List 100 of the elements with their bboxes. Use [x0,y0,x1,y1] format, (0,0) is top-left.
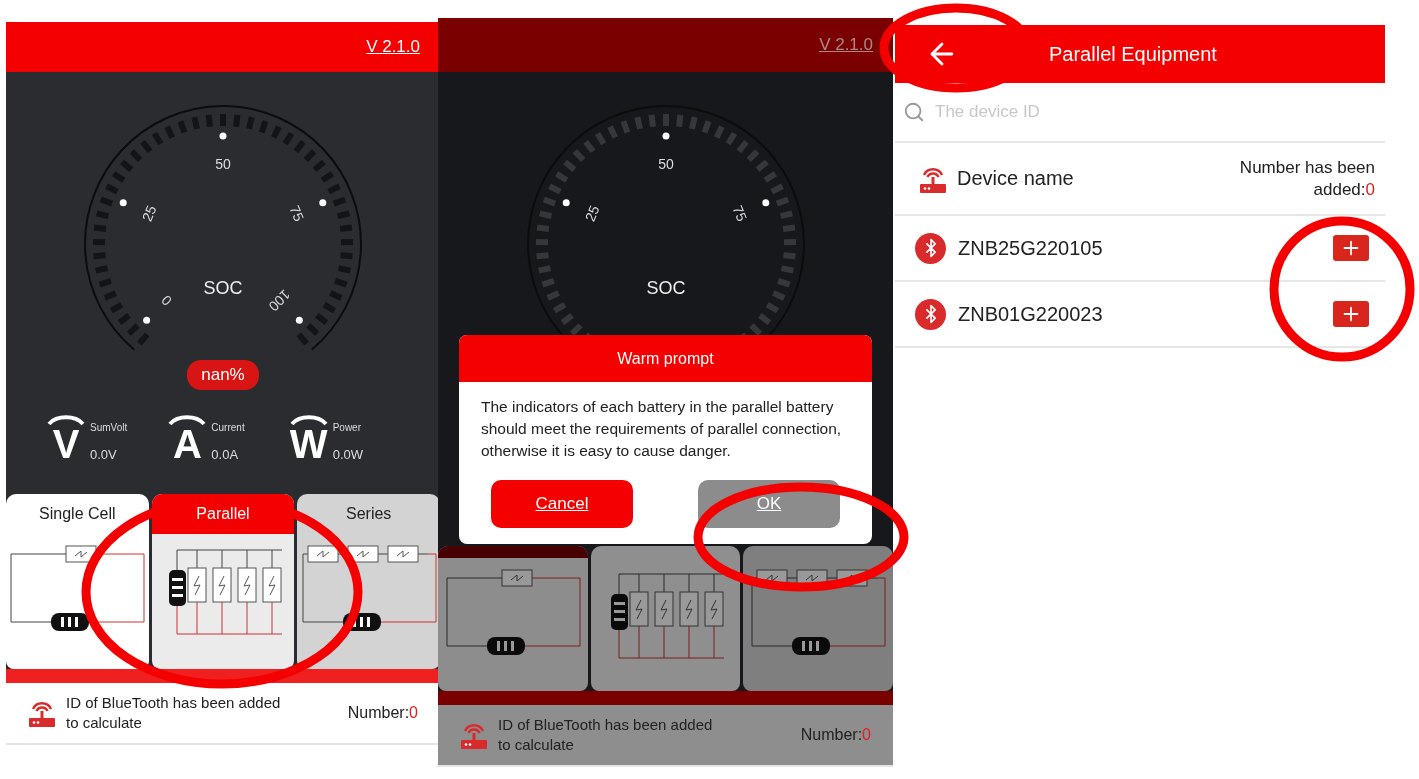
scale-mark [746,149,759,162]
scale-mark [546,290,560,301]
scale-mark [542,196,556,207]
scale-mark [306,323,320,336]
scale-mark [120,159,134,172]
mode-tab[interactable]: Parallel [151,494,295,669]
gauge-label: 0 [158,292,175,309]
mode-tab[interactable] [743,546,893,691]
count-text: Number:0 [347,704,418,722]
scale-mark [572,149,585,162]
scale-mark [93,252,106,260]
scale-mark [541,277,555,288]
soc-reading: nan% [187,360,259,390]
tick-dot [295,316,303,324]
scale-mark [296,332,309,346]
gauge-label: 25 [581,203,602,224]
scale-mark [191,116,200,130]
mode-tab[interactable] [590,546,741,691]
scale-mark [562,159,576,172]
scale-mark [95,265,109,274]
scale-mark [334,277,348,288]
scale-mark [776,277,790,288]
tick-dot [119,199,127,207]
scale-mark [783,238,796,246]
unit-symbol: V [52,426,80,462]
scale-mark [315,313,329,326]
scale-mark [99,196,114,207]
scale-mark [554,171,568,183]
scale-mark [105,183,119,195]
device-row[interactable]: ZNB25G220105 [895,216,1385,282]
scale-mark [769,183,784,195]
scale-mark [282,131,295,146]
scale-mark [775,196,789,207]
scale-mark [633,116,643,130]
scale-mark [117,313,131,326]
scale-mark [765,302,779,314]
scale-mark [233,114,241,128]
mode-tab[interactable]: Series [297,494,440,669]
tick-dot [662,132,669,140]
gauge-title: SOC [646,278,685,298]
device-id: ZNB01G220023 [958,302,1103,326]
scale-mark [582,139,595,154]
scale-mark [701,120,711,134]
scale-mark [648,114,656,128]
scale-mark [320,171,334,183]
scale-mark [771,290,785,301]
scale-mark [547,183,562,195]
scale-mark [151,131,164,146]
scale-mark [535,238,548,246]
scale-mark [538,210,552,220]
add-button[interactable] [1333,301,1369,327]
scale-mark [536,224,549,233]
scale-mark [620,120,630,134]
scale-mark [327,183,341,195]
scale-mark [271,125,282,139]
scale-mark [98,277,112,288]
scale-mark [780,265,794,274]
scale-mark [329,290,343,301]
summary-text: ID of BlueTooth has been added to calculate [66,693,282,733]
gauge-label: 100 [265,286,294,315]
arc-icon [46,412,86,426]
scale-mark [713,125,725,139]
add-button[interactable] [1333,235,1369,261]
scale-mark [537,265,551,274]
summary-text: ID of BlueTooth has been added to calculate [498,715,714,755]
tick-dot [562,199,570,207]
scale-mark [126,323,140,336]
scale-mark [112,171,126,183]
gauge-label: 50 [215,156,231,172]
gauge-label: 75 [729,203,750,224]
dialog-message: The indicators of each battery in the parallel battery should meet the requirements of parallel connection, otherwise it is easy to cause danger. [480,397,843,461]
version-link[interactable]: V 2.1.0 [819,35,873,55]
scale-mark [688,116,698,130]
metric-value: 0.0W [332,447,363,462]
metric-value: 0.0V [90,447,118,462]
tick-dot [143,316,151,324]
scale-mark [332,196,347,207]
mode-tab[interactable] [438,546,588,691]
scale-mark [606,125,618,139]
bluetooth-icon [915,232,946,264]
scale-mark [779,210,793,220]
scale-mark [95,210,110,220]
scale-mark [675,114,683,128]
dialog-button[interactable]: Cancel [491,480,633,528]
mode-tab[interactable]: Single Cell [6,494,149,669]
gauge-title: SOC [203,278,243,298]
device-row[interactable]: ZNB01G220023 [895,282,1385,348]
count-text: Number:0 [800,726,871,744]
scale-mark [340,238,354,246]
version-link[interactable]: V 2.1.0 [366,37,420,57]
dialog-title: Warm prompt [459,335,872,382]
tick-dot [761,199,769,207]
arc-icon [288,412,329,426]
metric-label: Current [211,422,245,433]
scale-mark [303,149,317,162]
scale-mark [782,252,796,260]
unit-symbol: A [172,426,202,462]
scale-mark [782,224,795,233]
scale-mark [205,114,213,128]
scale-mark [137,332,150,346]
